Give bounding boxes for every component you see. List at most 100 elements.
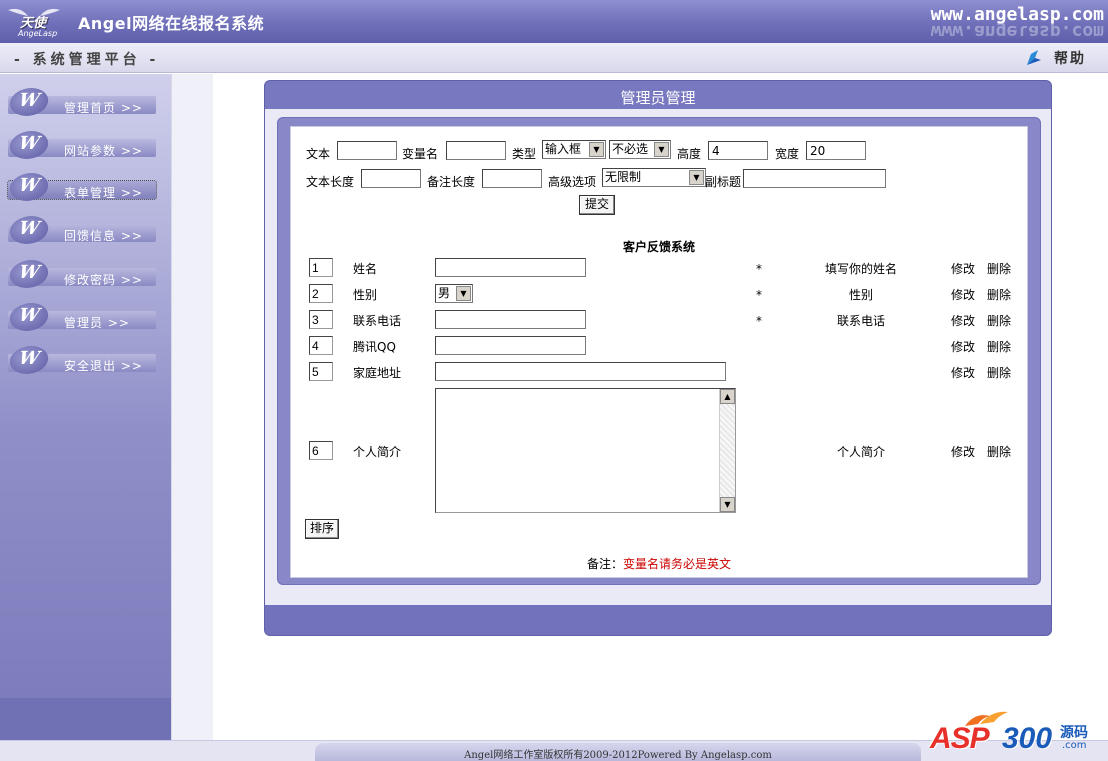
row-1-hint: 填写你的姓名 [824,262,897,276]
row-5-label: 家庭地址 [353,366,402,380]
row-2-hint: 性别 [848,288,873,302]
row-5-order-input[interactable] [309,362,333,381]
sidebar-bottom [0,698,171,740]
dropdown-arrow-icon: ▼ [689,170,704,185]
dropdown-arrow-icon: ▼ [456,286,471,301]
sidebar-item-4[interactable]: W 回馈信息 >> [0,216,158,246]
width-input[interactable] [806,141,866,160]
notelen-input[interactable] [482,169,542,188]
watermark-com: .com [1062,740,1087,751]
subtitle-label: 副标题 [705,175,742,189]
row-6-hint: 个人简介 [836,445,885,459]
row-1-label: 姓名 [353,262,378,276]
row-4-order-input[interactable] [309,336,333,355]
row-3-required-mark: * [756,314,762,328]
panel-footer [265,605,1051,635]
height-input[interactable] [708,141,768,160]
note-text: 变量名请务必是英文 [623,557,732,571]
note-label: 备注： [586,557,623,571]
varname-label: 变量名 [402,147,439,161]
sidebar-gutter [171,74,213,740]
row-2-label: 性别 [353,288,378,302]
row-2-order-input[interactable] [309,284,333,303]
width-label: 宽度 [775,147,800,161]
advanced-select-value: 无限制 [605,170,642,184]
row-6-delete-link[interactable]: 删除 [987,443,1011,460]
row-3-edit-link[interactable]: 修改 [951,312,975,329]
row-5-edit-link[interactable]: 修改 [951,364,975,381]
asp300-watermark-logo: ASP 300 源码 .com [930,708,1100,760]
advanced-label: 高级选项 [548,175,597,189]
sidebar-item-label: 回馈信息 >> [64,229,143,243]
dropdown-arrow-icon: ▼ [589,142,604,157]
type-label: 类型 [512,147,537,161]
row-3-label: 联系电话 [353,314,402,328]
row-4-delete-link[interactable]: 删除 [987,338,1011,355]
textlen-input[interactable] [361,169,421,188]
sidebar-item-5[interactable]: W 修改密码 >> [0,260,158,290]
sidebar-item-6[interactable]: W 管理员 >> [0,303,158,333]
scroll-down-arrow-icon[interactable]: ▼ [720,497,735,512]
sidebar-item-3[interactable]: W 表单管理 >> [0,173,158,203]
row-6-edit-link[interactable]: 修改 [951,443,975,460]
sub-header: - 系统管理平台 - 帮助 [0,43,1108,73]
row-5-delete-link[interactable]: 删除 [987,364,1011,381]
textarea-scrollbar[interactable]: ▲ ▼ [719,389,735,512]
row-1-order-input[interactable] [309,258,333,277]
row-6-label: 个人简介 [353,445,402,459]
sidebar-item-7[interactable]: W 安全退出 >> [0,346,158,376]
sidebar-item-label: 管理首页 >> [64,101,143,115]
scroll-up-arrow-icon[interactable]: ▲ [720,389,735,404]
sidebar-item-label: 修改密码 >> [64,273,143,287]
form-editor: 文本 变量名 类型 输入框 ▼ 不必选 ▼ 高度 宽度 文本长度 [290,126,1028,578]
note-line: 备注：变量名请务必是英文 [291,555,1027,572]
row-4-label: 腾讯QQ [353,340,396,354]
row-3-hint: 联系电话 [836,314,885,328]
textlen-label: 文本长度 [306,175,355,189]
row-2-edit-link[interactable]: 修改 [951,286,975,303]
row-5-address-input[interactable] [435,362,726,381]
row-6-order-input[interactable] [309,441,333,460]
dropdown-arrow-icon: ▼ [654,142,669,157]
sidebar-item-label: 安全退出 >> [64,359,143,373]
row-6-bio-textarea[interactable]: ▲ ▼ [435,388,736,513]
top-header: 天使 AngeLasp Angel网络在线报名系统 www.angelasp.c… [0,0,1108,43]
type-select[interactable]: 输入框 ▼ [542,140,606,159]
panel-body: 文本 变量名 类型 输入框 ▼ 不必选 ▼ 高度 宽度 文本长度 [265,109,1051,605]
text-input[interactable] [337,141,397,160]
required-select[interactable]: 不必选 ▼ [609,140,671,159]
footer-copyright: Angel网络工作室版权所有2009-2012Powered By Angela… [464,750,772,761]
submit-button[interactable]: 提交 [579,195,615,215]
advanced-select[interactable]: 无限制 ▼ [602,168,706,187]
watermark-300: 300 [1002,722,1053,755]
subtitle-input[interactable] [743,169,886,188]
admin-panel: 管理员管理 文本 变量名 类型 输入框 ▼ 不必选 ▼ 高度 宽 [264,80,1052,636]
row-2-gender-select[interactable]: 男 ▼ [435,284,473,303]
required-select-value: 不必选 [612,142,649,156]
help-button[interactable]: 帮助 [1024,48,1086,68]
row-1-name-input[interactable] [435,258,586,277]
row-1-edit-link[interactable]: 修改 [951,260,975,277]
varname-input[interactable] [446,141,506,160]
platform-title: - 系统管理平台 - [14,52,160,68]
sort-button[interactable]: 排序 [305,519,339,539]
sidebar-item-label: 网站参数 >> [64,144,143,158]
text-label: 文本 [306,147,331,161]
type-select-value: 输入框 [545,142,582,156]
row-2-select-value: 男 [438,286,451,300]
row-2-delete-link[interactable]: 删除 [987,286,1011,303]
row-3-delete-link[interactable]: 删除 [987,312,1011,329]
sidebar-item-1[interactable]: W 管理首页 >> [0,88,158,118]
notelen-label: 备注长度 [427,175,476,189]
row-1-required-mark: * [756,262,762,276]
row-3-phone-input[interactable] [435,310,586,329]
help-label: 帮助 [1054,51,1086,67]
sidebar-item-2[interactable]: W 网站参数 >> [0,131,158,161]
row-1-delete-link[interactable]: 删除 [987,260,1011,277]
angel-logo[interactable]: 天使 AngeLasp [6,4,62,38]
row-4-qq-input[interactable] [435,336,586,355]
panel-inner-frame: 文本 变量名 类型 输入框 ▼ 不必选 ▼ 高度 宽度 文本长度 [277,117,1041,585]
row-2-required-mark: * [756,288,762,302]
row-4-edit-link[interactable]: 修改 [951,338,975,355]
row-3-order-input[interactable] [309,310,333,329]
